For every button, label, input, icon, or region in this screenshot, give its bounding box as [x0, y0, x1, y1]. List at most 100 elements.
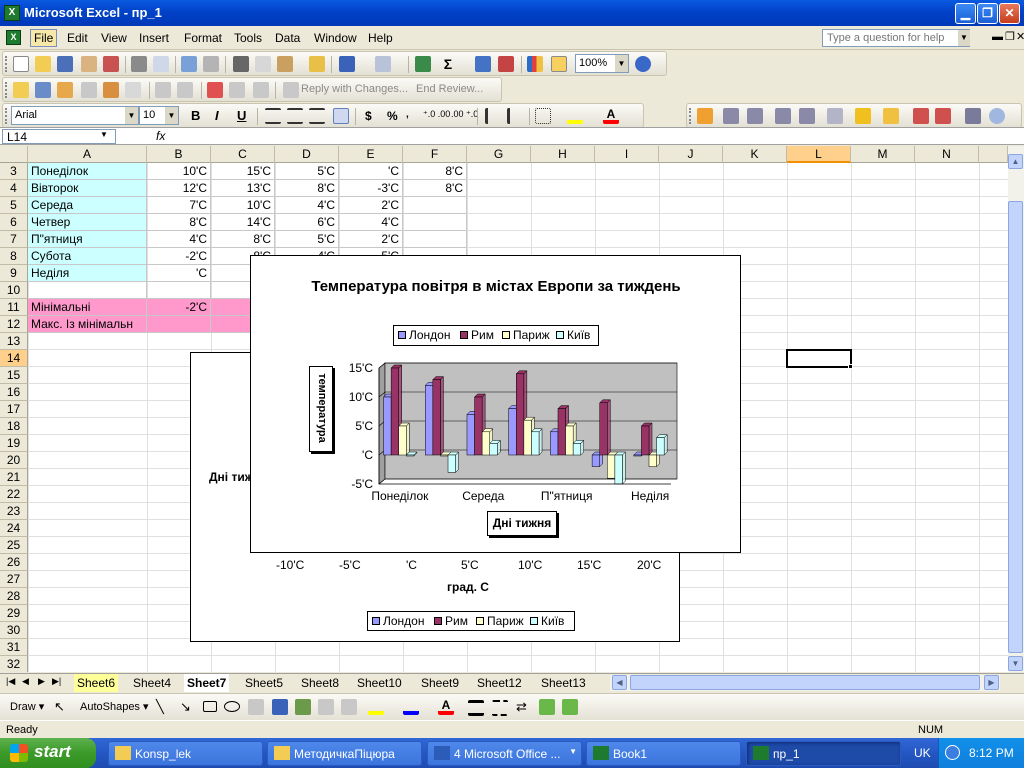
fill-color-icon[interactable] [567, 108, 583, 124]
remove-all-arrows-icon[interactable] [799, 108, 815, 124]
cell-c7[interactable]: 8'C [211, 231, 275, 248]
cell-b7[interactable]: 4'C [147, 231, 211, 248]
remove-dependent-arrows-icon[interactable] [775, 108, 791, 124]
cell-e6[interactable]: 4'C [339, 214, 403, 231]
row-header-29[interactable]: 29 [0, 605, 28, 622]
wordart-icon[interactable] [272, 699, 288, 715]
column-header-g[interactable]: G [467, 146, 531, 163]
drawing-icon[interactable] [551, 56, 567, 72]
font-name-combo[interactable]: Arial ▼ [11, 106, 139, 125]
active-cell-l14[interactable] [786, 349, 852, 368]
scroll-down-icon[interactable]: ▼ [1008, 656, 1023, 671]
row-header-22[interactable]: 22 [0, 486, 28, 503]
new-comment-icon[interactable] [855, 108, 871, 124]
row-header-17[interactable]: 17 [0, 401, 28, 418]
cell-a5[interactable]: Середа [28, 197, 147, 214]
row-header-15[interactable]: 15 [0, 367, 28, 384]
insert-function-button[interactable]: fx [156, 129, 165, 143]
row-header-3[interactable]: 3 [0, 163, 28, 180]
autosum-icon[interactable]: Σ [440, 56, 456, 72]
show-icon[interactable] [155, 82, 171, 98]
toolbar-grip-icon[interactable] [689, 108, 692, 124]
print-icon[interactable] [131, 56, 147, 72]
end-review-button[interactable]: End Review... [416, 83, 483, 95]
trace-dependents-icon[interactable] [747, 108, 763, 124]
menu-insert[interactable]: Insert [139, 31, 169, 45]
cell-d3[interactable]: 5'C [275, 163, 339, 180]
menu-tools[interactable]: Tools [234, 31, 262, 45]
accept-icon[interactable] [229, 82, 245, 98]
draw-fill-color-icon[interactable] [368, 699, 384, 715]
cell-b3[interactable]: 10'C [147, 163, 211, 180]
redo-icon[interactable] [375, 56, 391, 72]
fill-handle[interactable] [848, 364, 853, 369]
column-header-n[interactable]: N [915, 146, 979, 163]
cell-e4[interactable]: -3'C [339, 180, 403, 197]
first-sheet-icon[interactable]: |◀ [6, 676, 15, 687]
sheet-tab-sheet10[interactable]: Sheet10 [354, 674, 405, 692]
excel-app-icon[interactable]: X [4, 5, 20, 21]
arrow-style-icon[interactable]: ⇄ [516, 699, 532, 715]
review-open-icon[interactable] [35, 82, 51, 98]
decrease-indent-icon[interactable] [485, 108, 501, 124]
close-button[interactable]: ✕ [999, 3, 1020, 24]
undo-icon[interactable] [339, 56, 355, 72]
line-icon[interactable]: ╲ [156, 699, 172, 715]
cell-e5[interactable]: 2'C [339, 197, 403, 214]
cell-a12[interactable]: Макс. Із мінімальн [28, 316, 147, 333]
spelling-icon[interactable] [181, 56, 197, 72]
zoom-combo[interactable]: 100% ▼ [575, 54, 629, 73]
sheet-tab-sheet6[interactable]: Sheet6 [74, 674, 119, 692]
cell-e3[interactable]: 'C [339, 163, 403, 180]
minimize-button[interactable]: ▁ [955, 3, 976, 24]
cell-f4[interactable]: 8'C [403, 180, 467, 197]
menu-window[interactable]: Window [314, 31, 357, 45]
cell-a11[interactable]: Мінімальні [28, 299, 147, 316]
email-icon[interactable] [103, 56, 119, 72]
cell-d6[interactable]: 6'C [275, 214, 339, 231]
align-right-icon[interactable] [309, 108, 325, 124]
bold-button[interactable]: B [191, 108, 200, 123]
menu-edit[interactable]: Edit [67, 31, 88, 45]
reply-with-changes-button[interactable]: Reply with Changes... [301, 83, 408, 95]
column-header-l[interactable]: L [787, 146, 851, 163]
cell-b5[interactable]: 7'C [147, 197, 211, 214]
row-header-25[interactable]: 25 [0, 537, 28, 554]
sheet-tab-sheet12[interactable]: Sheet12 [474, 674, 525, 692]
cell-a7[interactable]: П"ятниця [28, 231, 147, 248]
row-header-5[interactable]: 5 [0, 197, 28, 214]
cell-b8[interactable]: -2'C [147, 248, 211, 265]
row-header-19[interactable]: 19 [0, 435, 28, 452]
cell-a3[interactable]: Понеділок [28, 163, 147, 180]
review-save-icon[interactable] [57, 82, 73, 98]
size-dropdown-icon[interactable]: ▼ [165, 107, 178, 124]
cell-a4[interactable]: Вівторок [28, 180, 147, 197]
sheet-tab-sheet13[interactable]: Sheet13 [538, 674, 589, 692]
cell-e7[interactable]: 2'C [339, 231, 403, 248]
language-indicator[interactable]: UK [914, 746, 931, 760]
circle-invalid-icon[interactable] [883, 108, 899, 124]
align-left-icon[interactable] [265, 108, 281, 124]
cell-c3[interactable]: 15'C [211, 163, 275, 180]
column-header-c[interactable]: C [211, 146, 275, 163]
column-header-j[interactable]: J [659, 146, 723, 163]
cell-a9[interactable]: Неділя [28, 265, 147, 282]
new-icon[interactable] [13, 56, 29, 72]
draw-menu-button[interactable]: Draw ▾ [10, 700, 44, 713]
row-header-10[interactable]: 10 [0, 282, 28, 299]
select-objects-icon[interactable]: ↖ [54, 699, 70, 715]
reject-icon[interactable] [253, 82, 269, 98]
trace-precedents-icon[interactable] [697, 108, 713, 124]
cell-c6[interactable]: 14'C [211, 214, 275, 231]
cell-f5[interactable] [403, 197, 467, 214]
row-header-14[interactable]: 14 [0, 350, 28, 367]
name-box[interactable]: L14 [2, 129, 116, 144]
format-painter-icon[interactable] [309, 56, 325, 72]
workbook-icon[interactable]: X [6, 30, 21, 45]
clear-validation-icon[interactable] [913, 108, 929, 124]
sheet-tab-sheet9[interactable]: Sheet9 [418, 674, 462, 692]
column-header-b[interactable]: B [147, 146, 211, 163]
row-header-24[interactable]: 24 [0, 520, 28, 537]
print-preview-icon[interactable] [153, 56, 169, 72]
column-header-m[interactable]: M [851, 146, 915, 163]
